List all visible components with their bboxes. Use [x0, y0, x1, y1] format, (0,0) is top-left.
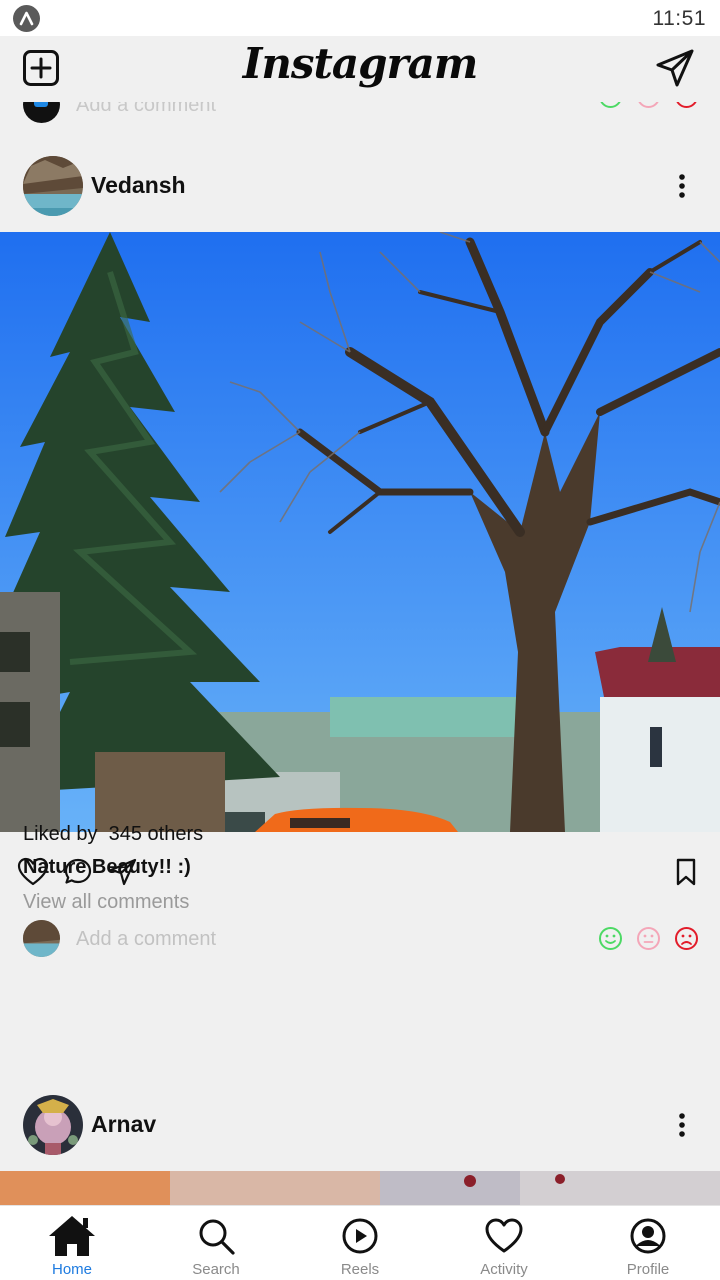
more-options-icon[interactable]	[666, 1107, 698, 1143]
tab-home[interactable]: Home	[0, 1206, 144, 1280]
happy-face-icon[interactable]	[598, 926, 623, 951]
view-all-comments-link[interactable]: View all comments	[23, 891, 189, 914]
more-options-icon[interactable]	[666, 168, 698, 204]
username[interactable]: Vedansh	[91, 172, 186, 199]
post-image[interactable]	[0, 1171, 720, 1205]
post-header: Vedansh	[0, 142, 720, 232]
avatar	[23, 920, 60, 957]
feed[interactable]: Add a comment Vedansh Liked by 345 other…	[0, 36, 720, 1205]
bottom-navigation: Home Search Reels Activity Profile	[0, 1205, 720, 1280]
likes-count: 345 others	[108, 823, 204, 845]
username[interactable]: Arnav	[91, 1111, 156, 1138]
comment-row: Add a comment	[0, 920, 720, 960]
user-circle-icon	[623, 1214, 673, 1258]
tab-label: Reels	[340, 1261, 380, 1278]
search-icon	[191, 1214, 241, 1258]
post-header: Arnav	[0, 1081, 720, 1171]
direct-messages-button[interactable]	[655, 48, 695, 88]
app-title: Instagram	[242, 39, 479, 88]
comment-input[interactable]: Add a comment	[76, 928, 216, 951]
tab-search[interactable]: Search	[144, 1206, 288, 1280]
likes-text[interactable]: Liked by 345 others	[23, 823, 203, 846]
tab-label: Profile	[626, 1261, 670, 1278]
heart-icon	[479, 1214, 529, 1258]
tab-reels[interactable]: Reels	[288, 1206, 432, 1280]
avatar[interactable]	[23, 1095, 83, 1155]
home-icon	[47, 1214, 97, 1258]
status-bar: 11:51	[0, 0, 720, 36]
status-time: 11:51	[652, 7, 706, 30]
sad-face-icon[interactable]	[674, 926, 699, 951]
post: Arnav	[0, 1081, 720, 1205]
tab-activity[interactable]: Activity	[432, 1206, 576, 1280]
avatar[interactable]	[23, 156, 83, 216]
post: Vedansh Liked by 345 others Nature Beaut…	[0, 142, 720, 957]
post-caption: Nature Beauty!! :)	[23, 856, 191, 878]
post-image[interactable]	[0, 232, 720, 832]
app-logo-icon	[13, 5, 40, 32]
neutral-face-icon[interactable]	[636, 926, 661, 951]
play-circle-icon	[335, 1214, 385, 1258]
tab-label: Activity	[480, 1261, 528, 1278]
top-app-bar: Instagram	[0, 36, 720, 102]
tab-label: Search	[192, 1261, 240, 1278]
tab-label: Home	[51, 1261, 92, 1278]
paper-plane-icon	[656, 49, 694, 87]
bookmark-icon[interactable]	[668, 854, 704, 890]
likes-label: Liked by	[23, 823, 98, 845]
tab-profile[interactable]: Profile	[576, 1206, 720, 1280]
